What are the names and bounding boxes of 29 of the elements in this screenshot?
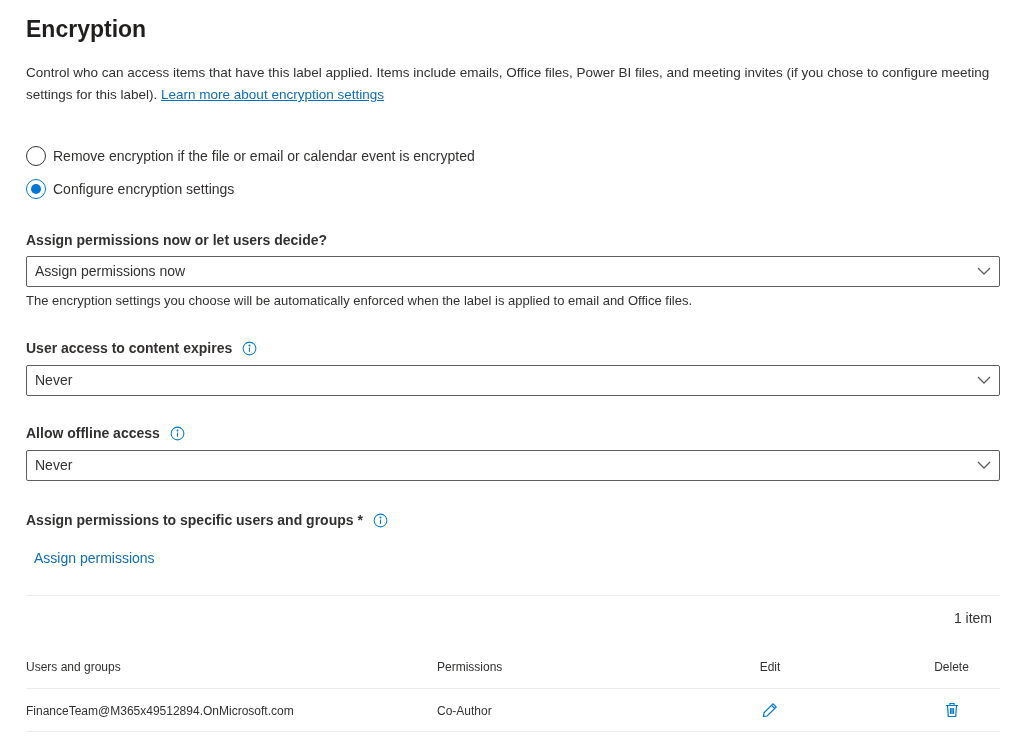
column-header: Delete: [934, 660, 969, 674]
field-label: User access to content expires: [26, 339, 233, 358]
field-label: Allow offline access: [26, 424, 160, 443]
chevron-down-icon: [977, 267, 991, 276]
page-title: Encryption: [26, 15, 148, 44]
help-text: The encryption settings you choose will be automatically enforced when the label is applied to email and Office files.: [26, 292, 694, 310]
chevron-down-icon: [977, 460, 991, 470]
info-icon[interactable]: [372, 513, 388, 528]
assign-permissions-link[interactable]: Assign permissions: [34, 549, 155, 566]
learn-more-link[interactable]: Learn more about encryption settings: [161, 87, 384, 102]
description-text: Control who can access items that have this label applied. Items include emails, Office files, Power BI files, and meeting invites (if you chose to configure meeting settings for this label). Learn more about encryption settings: [26, 64, 991, 104]
field-label: Assign permissions now or let users decide?: [26, 230, 328, 250]
radio-label: Remove encryption if the file or email or calendar event is encrypted: [53, 146, 475, 166]
column-header: Edit: [759, 660, 781, 674]
table-cell: Co-Author: [437, 703, 492, 718]
dropdown[interactable]: Never: [26, 449, 1000, 481]
info-icon[interactable]: [169, 426, 185, 441]
dropdown[interactable]: Assign permissions now: [26, 256, 1000, 287]
section-label: Assign permissions to specific users and groups *: [26, 511, 363, 530]
item-count: 1 item: [953, 608, 992, 628]
edit-icon[interactable]: [762, 701, 778, 718]
radio-label: Configure encryption settings: [53, 179, 235, 199]
column-header: Users and groups: [26, 660, 121, 674]
chevron-down-icon: [977, 375, 991, 385]
column-header: Permissions: [437, 660, 503, 674]
trash-icon[interactable]: [944, 701, 959, 718]
dropdown[interactable]: Never: [26, 364, 1000, 396]
info-icon[interactable]: [242, 341, 258, 356]
table-cell: FinanceTeam@M365x49512894.OnMicrosoft.com: [26, 703, 294, 718]
